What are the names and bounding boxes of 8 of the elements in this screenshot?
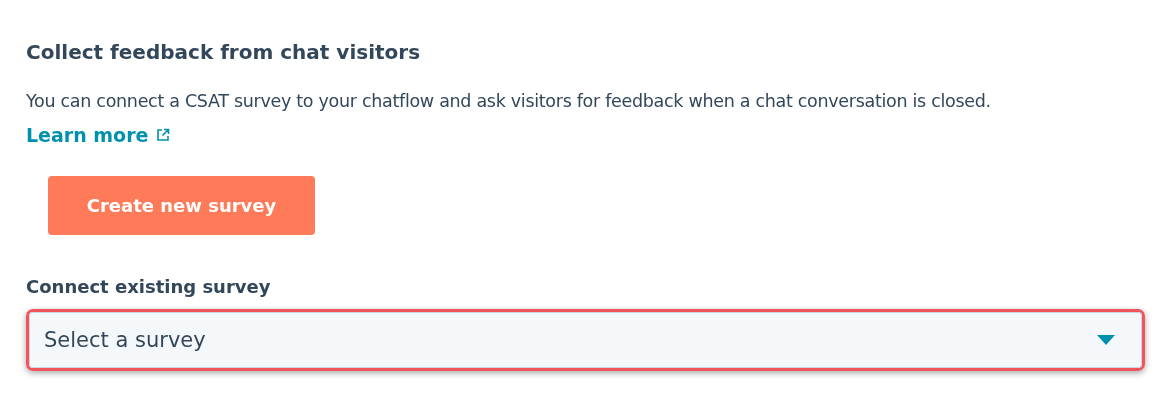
field-label: Connect existing survey [26,275,272,299]
caret-icon [1097,335,1115,345]
survey-dropdown[interactable]: Select a survey [29,312,1142,368]
description-text: You can connect a CSAT survey to your chatflow and ask visitors for feedback when a chat conversation is closed. [26,90,992,113]
learn-more-link[interactable]: Learn more [26,124,171,146]
create-survey-button[interactable]: Create new survey [48,176,315,235]
external-link-icon [156,128,171,142]
section-heading: Collect feedback from chat visitors [26,39,422,66]
